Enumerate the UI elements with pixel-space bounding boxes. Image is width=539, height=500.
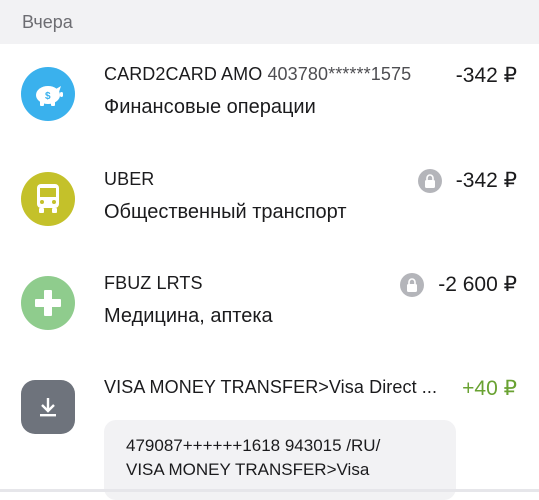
plus-icon	[21, 276, 75, 330]
amount: -342 ₽	[455, 169, 517, 192]
details-line: 479087++++++1618 943015 /RU/	[126, 436, 381, 455]
piggy-bank-icon: $	[21, 67, 75, 121]
merchant-name: VISA MONEY TRANSFER>Visa Direct ...	[104, 377, 438, 397]
merchant-name: FBUZ LRTS	[104, 273, 203, 293]
merchant-name: CARD2CARD AMO 403780******1575	[104, 64, 411, 85]
download-icon	[21, 380, 75, 434]
lock-icon	[418, 169, 442, 193]
transaction-row[interactable]: UBER Общественный транспорт -342 ₽	[0, 169, 539, 276]
amount: -342 ₽	[455, 64, 517, 87]
date-section-header: Вчера	[0, 0, 539, 44]
category-label: Общественный транспорт	[104, 201, 347, 223]
lock-icon	[400, 273, 424, 297]
category-label: Финансовые операции	[104, 96, 316, 118]
card-number: 403780******1575	[267, 64, 412, 84]
transaction-row[interactable]: $ CARD2CARD AMO 403780******1575 Финансо…	[0, 64, 539, 171]
merchant-name: UBER	[104, 169, 155, 189]
amount: +40 ₽	[462, 377, 517, 400]
bus-icon	[21, 172, 75, 226]
merchant-title: CARD2CARD AMO	[104, 64, 263, 84]
date-label: Вчера	[22, 12, 73, 32]
transaction-row[interactable]: FBUZ LRTS Медицина, аптека -2 600 ₽	[0, 273, 539, 380]
svg-text:$: $	[45, 91, 51, 102]
details-line: VISA MONEY TRANSFER>Visa	[126, 460, 370, 479]
category-label: Медицина, аптека	[104, 305, 273, 327]
transaction-details-bubble: 479087++++++1618 943015 /RU/ VISA MONEY …	[104, 420, 456, 500]
amount: -2 600 ₽	[438, 273, 517, 296]
